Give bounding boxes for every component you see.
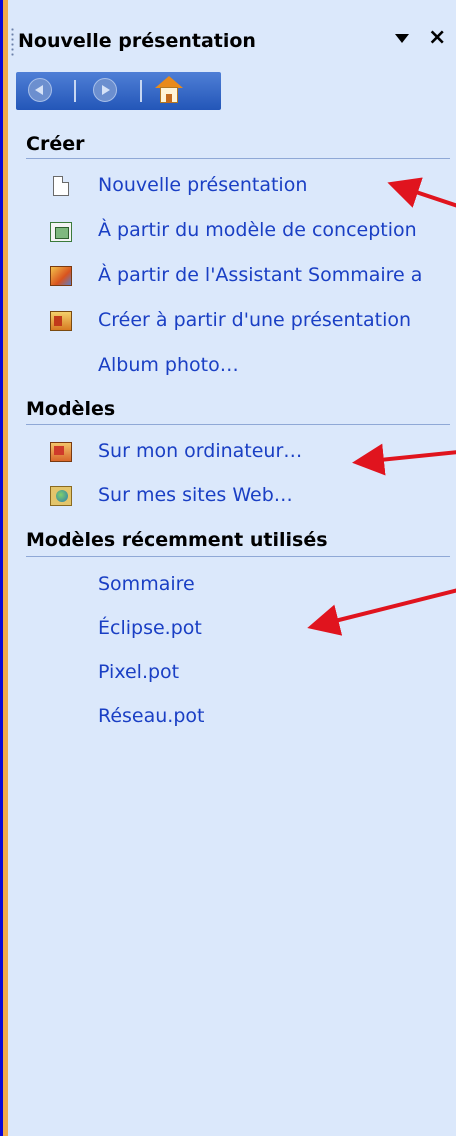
annotation-arrows [307,177,456,636]
annotation-arrow [387,177,456,208]
annotation-arrow [307,588,456,636]
annotation-arrow [352,443,456,476]
